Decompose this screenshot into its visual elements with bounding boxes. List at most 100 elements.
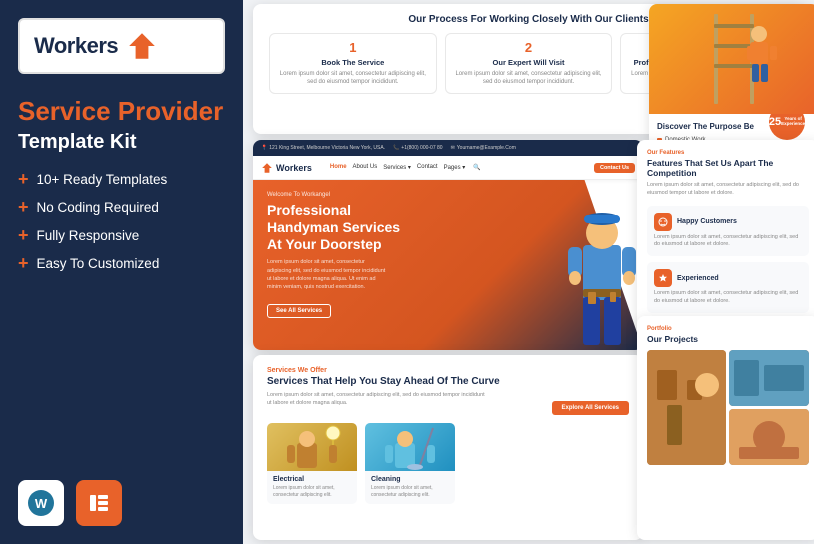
feature-item-2: + No Coding Required: [18, 198, 225, 216]
badge-years: 25: [769, 116, 781, 128]
feature-label-4: Easy To Customized: [37, 256, 160, 271]
plus-icon-1: +: [18, 170, 29, 188]
features-list: + 10+ Ready Templates + No Coding Requir…: [0, 170, 243, 272]
screenshot-services: Services We Offer Services That Help You…: [253, 355, 643, 540]
email-icon: ✉: [451, 145, 455, 151]
projects-label: Portfolio: [647, 326, 809, 332]
bottom-badges: W: [18, 480, 122, 526]
badge-label: Years of Experience: [781, 117, 805, 127]
hero-worker-image: [568, 195, 638, 350]
hero-nav-logo: Workers: [261, 162, 312, 174]
feature-card-desc-2: Lorem ipsum dolor sit amet, consectetur …: [654, 290, 802, 305]
nav-home[interactable]: Home: [330, 164, 347, 171]
electrical-illustration: [267, 423, 357, 471]
cleaning-image: [365, 423, 455, 471]
wordpress-badge: W: [18, 480, 64, 526]
project-image-2: [729, 350, 809, 406]
worker-person-illustration: [568, 195, 638, 350]
step-title-1: Book The Service: [278, 58, 428, 67]
topbar-phone: 📞 +1(800) 000-07 80: [393, 145, 443, 151]
project-image-1: [647, 350, 726, 465]
hero-body: Welcome To Workangel Professional Handym…: [253, 180, 643, 350]
hero-title: Professional Handyman Services At Your D…: [267, 202, 407, 252]
nav-pages[interactable]: Pages ▾: [444, 164, 466, 171]
template-kit-heading: Template Kit: [0, 127, 243, 170]
hero-contact-btn[interactable]: Contact Us: [594, 163, 635, 173]
location-icon: 📍: [261, 145, 267, 151]
topbar-address: 📍 121 King Street, Melbourne Victoria Ne…: [261, 145, 385, 151]
feature-item-3: + Fully Responsive: [18, 226, 225, 244]
step-desc-1: Lorem ipsum dolor sit amet, consectetur …: [278, 70, 428, 87]
topbar-email: ✉ Yourname@Example.Com: [451, 145, 516, 151]
features-title: Features That Set Us Apart The Competiti…: [647, 158, 809, 178]
screenshot-projects: Portfolio Our Projects: [637, 316, 814, 540]
service-card-cleaning: Cleaning Lorem ipsum dolor sit amet, con…: [365, 423, 455, 504]
feature-item-1: + 10+ Ready Templates: [18, 170, 225, 188]
nav-about[interactable]: About Us: [353, 164, 378, 171]
plus-icon-4: +: [18, 254, 29, 272]
feature-label-1: 10+ Ready Templates: [37, 172, 168, 187]
hero-cta-btn[interactable]: See All Services: [267, 304, 331, 318]
projects-title: Our Projects: [647, 334, 809, 344]
feature-card-title-2: Experienced: [654, 269, 802, 287]
services-desc: Lorem ipsum dolor sit amet, consectetur …: [267, 392, 487, 407]
project-thumb-1: [647, 350, 726, 465]
project-image-3: [729, 409, 809, 465]
step-num-2: 2: [454, 40, 604, 55]
services-label: Services We Offer: [267, 367, 500, 374]
explore-services-btn[interactable]: Explore All Services: [552, 401, 629, 415]
feature-item-4: + Easy To Customized: [18, 254, 225, 272]
hero-nav: Workers Home About Us Services ▾ Contact…: [253, 156, 643, 180]
worker-ladder-illustration: [674, 4, 794, 114]
search-icon[interactable]: 🔍: [473, 164, 480, 171]
process-step-1: 1 Book The Service Lorem ipsum dolor sit…: [269, 33, 437, 94]
phone-icon: 📞: [393, 145, 399, 151]
cleaning-title: Cleaning: [371, 476, 449, 483]
step-desc-2: Lorem ipsum dolor sit amet, consectetur …: [454, 70, 604, 87]
services-top-row: Services We Offer Services That Help You…: [267, 367, 629, 415]
plus-icon-3: +: [18, 226, 29, 244]
project-thumb-3: [729, 409, 809, 465]
services-title: Services That Help You Stay Ahead Of The…: [267, 376, 500, 388]
nav-contact[interactable]: Contact: [417, 164, 438, 171]
experienced-icon: [654, 269, 672, 287]
features-desc: Lorem ipsum dolor sit amet, consectetur …: [647, 182, 809, 197]
screenshot-hero: 📍 121 King Street, Melbourne Victoria Ne…: [253, 140, 643, 350]
cleaning-desc: Lorem ipsum dolor sit amet, consectetur …: [371, 485, 449, 499]
elementor-icon: [85, 489, 113, 517]
logo-area[interactable]: Workers: [18, 18, 225, 74]
feature-card-2: Experienced Lorem ipsum dolor sit amet, …: [647, 262, 809, 312]
feature-card-desc-1: Lorem ipsum dolor sit amet, consectetur …: [654, 234, 802, 249]
electrical-card-content: Electrical Lorem ipsum dolor sit amet, c…: [267, 471, 357, 504]
right-panel: Our Process For Working Closely With Our…: [243, 0, 814, 544]
discover-image: [649, 4, 814, 114]
feature-card-title-1: Happy Customers: [654, 213, 802, 231]
features-label: Our Features: [647, 150, 809, 156]
electrical-title: Electrical: [273, 476, 351, 483]
hero-nav-links: Home About Us Services ▾ Contact Pages ▾…: [330, 164, 481, 171]
projects-grid: [647, 350, 809, 468]
cleaning-card-content: Cleaning Lorem ipsum dolor sit amet, con…: [365, 471, 455, 504]
cleaning-illustration: [365, 423, 455, 471]
logo-icon: [126, 30, 158, 62]
project-thumb-2: [729, 350, 809, 406]
services-text-block: Services We Offer Services That Help You…: [267, 367, 500, 415]
electrical-image: [267, 423, 357, 471]
feature-label-2: No Coding Required: [37, 200, 159, 215]
process-step-2: 2 Our Expert Will Visit Lorem ipsum dolo…: [445, 33, 613, 94]
step-num-1: 1: [278, 40, 428, 55]
electrical-desc: Lorem ipsum dolor sit amet, consectetur …: [273, 485, 351, 499]
feature-label-3: Fully Responsive: [37, 228, 140, 243]
wordpress-icon: W: [27, 489, 55, 517]
collage: Our Process For Working Closely With Our…: [243, 0, 814, 544]
service-provider-heading: Service Provider: [0, 74, 243, 127]
nav-services[interactable]: Services ▾: [383, 164, 411, 171]
feature-card-1: Happy Customers Lorem ipsum dolor sit am…: [647, 206, 809, 256]
services-cards-row: Electrical Lorem ipsum dolor sit amet, c…: [267, 423, 629, 504]
svg-text:W: W: [35, 496, 48, 511]
left-panel: Workers Service Provider Template Kit + …: [0, 0, 243, 544]
step-title-2: Our Expert Will Visit: [454, 58, 604, 67]
service-card-electrical: Electrical Lorem ipsum dolor sit amet, c…: [267, 423, 357, 504]
nav-logo-icon: [261, 162, 273, 174]
happy-customers-icon: [654, 213, 672, 231]
